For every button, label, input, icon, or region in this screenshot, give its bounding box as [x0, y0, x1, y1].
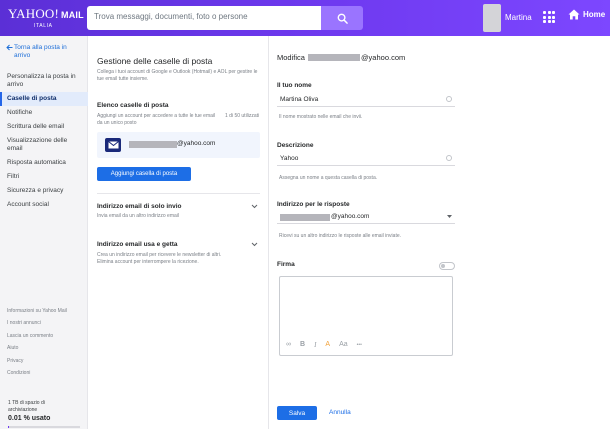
- description-input[interactable]: Yahoo: [277, 152, 455, 166]
- footer-link-feedback[interactable]: Lascia un commento: [7, 333, 67, 345]
- yahoo-mail-logo[interactable]: YAHOO! MAIL ITALIA: [8, 7, 84, 29]
- footer-link-about[interactable]: Informazioni su Yahoo Mail: [7, 308, 67, 320]
- your-name-label: Il tuo nome: [277, 82, 312, 89]
- mailbox-count: 1 di 50 utilizzati: [225, 113, 260, 119]
- storage-line-2: archiviazione: [8, 407, 38, 413]
- mailbox-management-panel: Gestione delle caselle di posta Collega …: [88, 36, 269, 429]
- description-help: Assegna un nome a questa casella di post…: [279, 175, 378, 181]
- search-input[interactable]: Trova messaggi, documenti, foto o person…: [87, 6, 321, 30]
- sidebar-item-security-privacy[interactable]: Sicurezza e privacy: [0, 184, 88, 198]
- home-label: Home: [583, 10, 606, 19]
- settings-sidebar: Torna alla posta in arrivo Personalizza …: [0, 36, 88, 429]
- storage-info: 1 TB di spazio di archiviazione 0.01 % u…: [8, 400, 50, 422]
- disposable-address-title[interactable]: Indirizzo email usa e getta: [97, 241, 178, 248]
- search-placeholder: Trova messaggi, documenti, foto o person…: [94, 12, 248, 21]
- footer-link-ads[interactable]: I nostri annunci: [7, 320, 67, 332]
- storage-line-1: 1 TB di spazio di: [8, 400, 45, 406]
- avatar[interactable]: [483, 4, 501, 32]
- sidebar-item-personalize-inbox[interactable]: Personalizza la posta in arrivo: [0, 70, 88, 92]
- home-button[interactable]: Home: [568, 9, 605, 20]
- redacted-email-username: [129, 141, 177, 148]
- your-name-value: Martina Oliva: [280, 96, 319, 103]
- storage-usage-bar: [8, 426, 80, 428]
- mailbox-list-description: Aggiungi un account per accedere a tutte…: [97, 113, 216, 126]
- chevron-down-icon[interactable]: [251, 204, 258, 209]
- mailbox-account-card[interactable]: @yahoo.com: [97, 132, 260, 158]
- redacted-email-username: [280, 214, 330, 221]
- user-name[interactable]: Martina: [505, 13, 532, 22]
- home-icon: [568, 9, 580, 20]
- page-description: Collega i tuoi account di Google e Outlo…: [97, 69, 258, 82]
- your-name-input[interactable]: Martina Oliva: [277, 93, 455, 107]
- edit-mailbox-panel: Modifica @yahoo.com Il tuo nome Martina O…: [269, 36, 610, 429]
- link-icon[interactable]: ∞: [286, 341, 291, 349]
- redacted-email-username: [307, 54, 360, 61]
- edit-title-prefix: Modifica: [277, 53, 305, 62]
- section-divider: [97, 193, 260, 194]
- send-only-address-title[interactable]: Indirizzo email di solo invio: [97, 203, 182, 210]
- sidebar-item-social-accounts[interactable]: Account social: [0, 198, 88, 212]
- reply-address-help: Ricevi su un altro indirizzo le risposte…: [279, 233, 401, 239]
- arrow-left-icon: [6, 44, 13, 51]
- italic-icon[interactable]: I: [314, 341, 316, 349]
- font-size-icon[interactable]: Aa: [339, 341, 348, 349]
- footer-links: Informazioni su Yahoo Mail I nostri annu…: [7, 308, 67, 382]
- text-color-icon[interactable]: A: [325, 341, 330, 349]
- reply-address-domain: @yahoo.com: [331, 213, 370, 220]
- reply-address-label: Indirizzo per le risposte: [277, 201, 350, 208]
- caret-down-icon: [447, 215, 452, 218]
- logo-sub-text: ITALIA: [34, 23, 53, 29]
- more-options-icon[interactable]: •••: [357, 341, 362, 349]
- sidebar-item-mailboxes[interactable]: Caselle di posta: [0, 92, 88, 106]
- storage-usage-percent: 0.01 % usato: [8, 415, 51, 422]
- edit-mailbox-title: Modifica @yahoo.com: [277, 53, 405, 62]
- edit-title-domain: @yahoo.com: [360, 53, 406, 62]
- send-only-address-description: Invia email da un altro indirizzo email: [97, 213, 179, 219]
- top-header: YAHOO! MAIL ITALIA Trova messaggi, docume…: [0, 0, 610, 36]
- signature-editor[interactable]: ∞ B I A Aa •••: [279, 276, 453, 356]
- mailbox-email-domain: @yahoo.com: [177, 140, 216, 147]
- settings-nav: Personalizza la posta in arrivo Caselle …: [0, 70, 88, 212]
- logo-yahoo-text: YAHOO!: [8, 6, 60, 21]
- signature-toggle[interactable]: [439, 262, 455, 270]
- sidebar-item-viewing-email[interactable]: Visualizzazione delle email: [0, 134, 88, 156]
- envelope-icon: [105, 138, 121, 152]
- sidebar-item-auto-reply[interactable]: Risposta automatica: [0, 156, 88, 170]
- logo-mail-text: MAIL: [61, 10, 84, 20]
- sidebar-item-notifications[interactable]: Notifiche: [0, 106, 88, 120]
- reply-address-select[interactable]: @yahoo.com: [277, 210, 455, 224]
- footer-link-privacy[interactable]: Privacy: [7, 358, 67, 370]
- footer-link-help[interactable]: Aiuto: [7, 345, 67, 357]
- sidebar-item-filters[interactable]: Filtri: [0, 170, 88, 184]
- clear-icon[interactable]: [446, 96, 452, 102]
- page-title: Gestione delle caselle di posta: [97, 56, 213, 66]
- sidebar-item-writing-email[interactable]: Scrittura delle email: [0, 120, 88, 134]
- add-mailbox-button[interactable]: Aggiungi casella di posta: [97, 167, 191, 181]
- signature-label: Firma: [277, 261, 295, 268]
- cancel-button[interactable]: Annulla: [329, 409, 351, 416]
- description-label: Descrizione: [277, 142, 314, 149]
- toggle-knob: [441, 264, 445, 268]
- disposable-address-description: Crea un indirizzo email per ricevere le …: [97, 252, 222, 265]
- save-button[interactable]: Salva: [277, 406, 317, 420]
- search-icon: [337, 13, 348, 24]
- description-value: Yahoo: [280, 155, 299, 162]
- storage-usage-fill: [8, 426, 9, 428]
- search-button[interactable]: [321, 6, 363, 30]
- mailbox-list-title: Elenco caselle di posta: [97, 102, 169, 109]
- footer-link-terms[interactable]: Condizioni: [7, 370, 67, 382]
- chevron-down-icon[interactable]: [251, 242, 258, 247]
- editor-toolbar: ∞ B I A Aa •••: [286, 341, 371, 349]
- your-name-help: Il nome mostrato nelle email che invii.: [279, 114, 363, 120]
- clear-icon[interactable]: [446, 155, 452, 161]
- back-to-inbox-link[interactable]: Torna alla posta in arrivo: [6, 44, 84, 60]
- bold-icon[interactable]: B: [300, 341, 305, 349]
- back-to-inbox-label: Torna alla posta in arrivo: [14, 44, 67, 59]
- apps-grid-icon[interactable]: [543, 11, 555, 23]
